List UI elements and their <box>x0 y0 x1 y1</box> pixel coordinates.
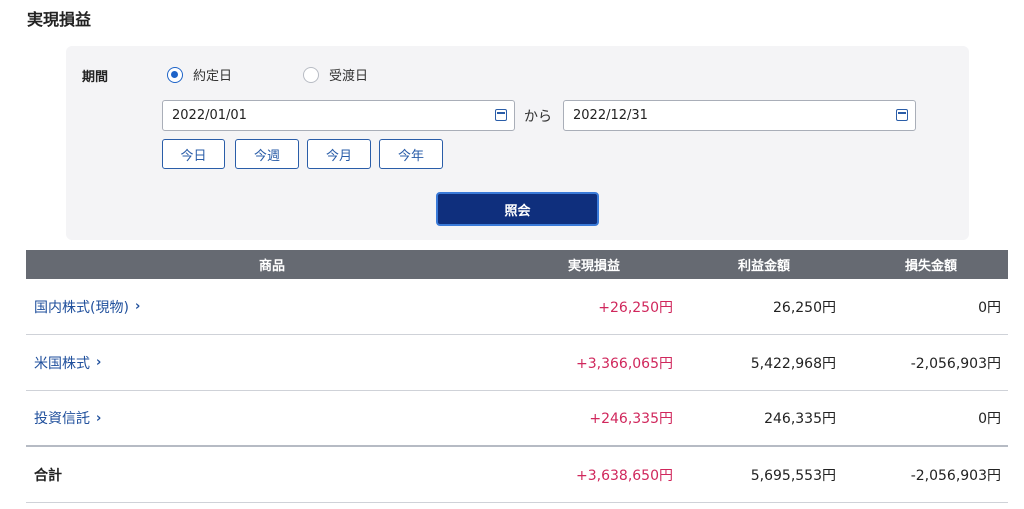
total-loss-value: -2,056,903円 <box>910 467 1001 484</box>
total-row: 合計 +3,638,650円 5,695,553円 -2,056,903円 <box>26 447 1008 503</box>
date-separator: から <box>524 109 552 125</box>
date-from-value: 2022/01/01 <box>172 108 247 123</box>
total-profit-value: 5,695,553円 <box>750 467 836 484</box>
page-title: 実現損益 <box>27 10 92 29</box>
header-profit: 利益金額 <box>737 259 790 274</box>
radio-trade-date-label: 約定日 <box>193 69 233 84</box>
table-row: 米国株式 › +3,366,065円 5,422,968円 -2,056,903… <box>26 335 1008 391</box>
filter-panel: 期間 約定日 受渡日 2022/01/01 から 2022/12/31 今日 今… <box>66 46 969 240</box>
radio-settlement-date-label: 受渡日 <box>329 69 369 84</box>
calendar-icon[interactable] <box>495 109 507 121</box>
chevron-right-icon: › <box>96 355 102 370</box>
profit-value: 246,335円 <box>764 411 836 427</box>
table-row: 投資信託 › +246,335円 246,335円 0円 <box>26 391 1008 447</box>
loss-value: 0円 <box>978 299 1001 316</box>
date-to-input[interactable]: 2022/12/31 <box>563 100 916 131</box>
product-link-domestic-stock[interactable]: 国内株式(現物) › <box>26 297 140 317</box>
profit-value: 26,250円 <box>773 299 836 316</box>
header-realized: 実現損益 <box>567 259 620 274</box>
this-week-button[interactable]: 今週 <box>235 139 299 169</box>
loss-value: 0円 <box>978 411 1001 427</box>
product-name: 国内株式(現物) <box>34 299 129 316</box>
product-name: 投資信託 <box>34 411 90 427</box>
product-name: 米国株式 <box>34 355 90 372</box>
realized-value: +3,366,065円 <box>576 355 673 372</box>
today-button[interactable]: 今日 <box>162 139 225 169</box>
table-header: 商品 実現損益 利益金額 損失金額 <box>26 250 1008 279</box>
this-month-button[interactable]: 今月 <box>307 139 371 169</box>
header-product: 商品 <box>258 259 285 274</box>
date-from-input[interactable]: 2022/01/01 <box>162 100 515 131</box>
chevron-right-icon: › <box>96 410 102 426</box>
profit-value: 5,422,968円 <box>750 355 836 372</box>
date-to-value: 2022/12/31 <box>573 108 648 123</box>
realized-value: +246,335円 <box>589 411 673 427</box>
radio-checked-icon <box>167 66 183 83</box>
period-label: 期間 <box>82 70 109 85</box>
radio-trade-date[interactable]: 約定日 <box>167 65 232 84</box>
product-link-investment-trust[interactable]: 投資信託 › <box>26 408 101 428</box>
this-year-button[interactable]: 今年 <box>379 139 443 169</box>
product-link-us-stock[interactable]: 米国株式 › <box>26 353 101 373</box>
radio-settlement-date[interactable]: 受渡日 <box>303 65 368 84</box>
search-button[interactable]: 照会 <box>436 192 599 226</box>
total-realized-value: +3,638,650円 <box>576 467 673 484</box>
total-label: 合計 <box>34 467 62 484</box>
realized-value: +26,250円 <box>598 299 673 316</box>
calendar-icon[interactable] <box>896 109 908 121</box>
table-row: 国内株式(現物) › +26,250円 26,250円 0円 <box>26 279 1008 335</box>
header-loss: 損失金額 <box>904 259 957 274</box>
chevron-right-icon: › <box>134 299 141 314</box>
realized-pl-table: 商品 実現損益 利益金額 損失金額 国内株式(現物) › +26,250円 26… <box>26 250 1008 503</box>
radio-unchecked-icon <box>303 66 319 83</box>
loss-value: -2,056,903円 <box>910 355 1001 372</box>
